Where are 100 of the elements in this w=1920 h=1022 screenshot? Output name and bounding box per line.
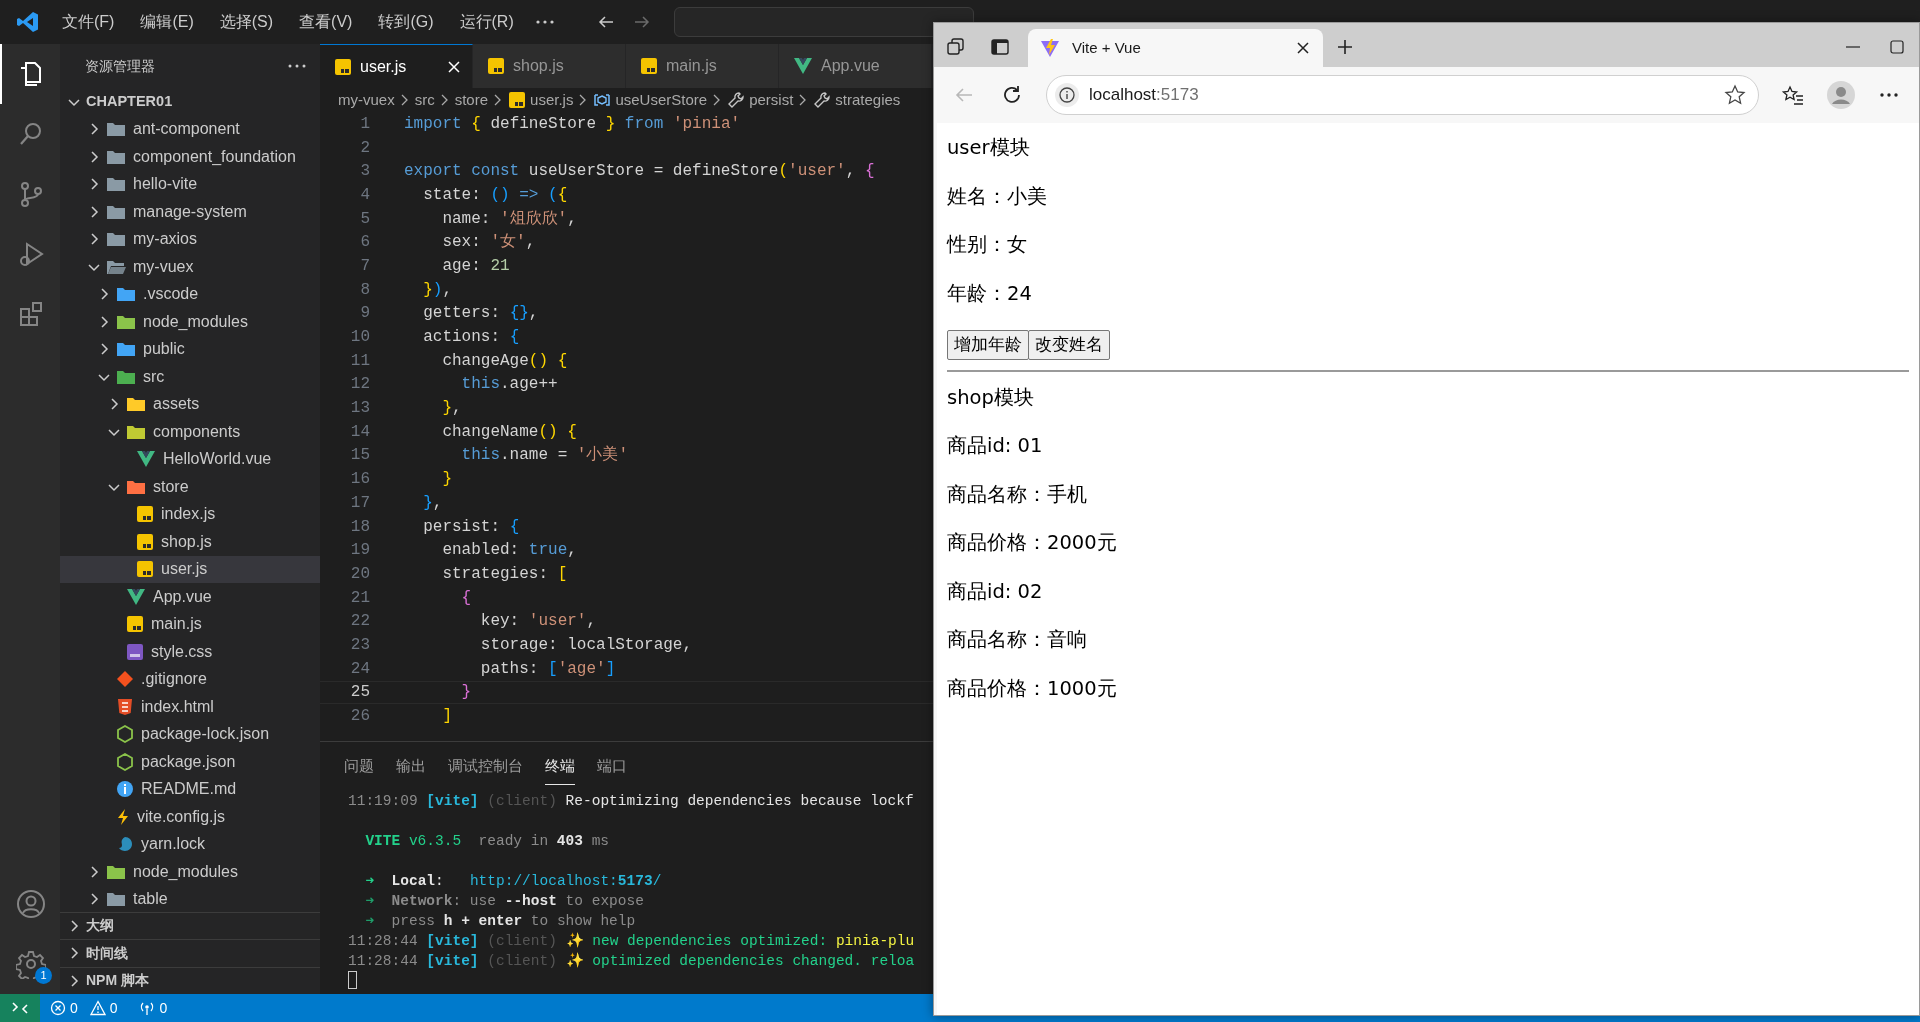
close-icon[interactable]: [1295, 40, 1311, 56]
action-button[interactable]: 改变姓名: [1028, 330, 1110, 360]
tree-item[interactable]: package-lock.json: [60, 720, 320, 748]
warnings-status[interactable]: 0: [83, 997, 124, 1019]
tree-item[interactable]: my-vuex: [60, 253, 320, 281]
warning-icon: [89, 1000, 106, 1016]
tree-item[interactable]: App.vue: [60, 583, 320, 611]
menu-item[interactable]: 文件(F): [58, 8, 119, 36]
tree-item[interactable]: shop.js: [60, 528, 320, 556]
panel-tab[interactable]: 终端: [545, 754, 575, 785]
maximize-icon: [1889, 39, 1905, 55]
breadcrumb-item[interactable]: src: [414, 88, 435, 112]
tree-item[interactable]: user.js: [60, 555, 320, 583]
chevron-right-icon: [399, 93, 410, 107]
breadcrumb-item[interactable]: strategies: [813, 88, 901, 112]
tree-item[interactable]: components: [60, 418, 320, 446]
line-number: 9: [359, 303, 370, 325]
tree-item[interactable]: public: [60, 335, 320, 363]
tree-item[interactable]: package.json: [60, 748, 320, 776]
code-line: name: '俎欣欣',: [441, 208, 577, 230]
breadcrumb-item[interactable]: useUserStore: [593, 88, 708, 112]
stacked-squares-icon: [946, 37, 966, 57]
panel-tab[interactable]: 输出: [396, 754, 426, 785]
info-text: 性别：女: [947, 233, 1028, 257]
code-line: changeName() {: [441, 421, 577, 443]
ports-status[interactable]: 0: [131, 997, 174, 1019]
product-name: 商品名称：音响: [947, 628, 1088, 652]
line-number: 7: [359, 255, 370, 277]
address-bar[interactable]: localhost:5173: [1046, 75, 1759, 115]
section-header[interactable]: 时间线: [60, 939, 320, 967]
editor-tab[interactable]: main.js: [626, 44, 779, 88]
menu-item[interactable]: 选择(S): [215, 8, 278, 36]
panel-tab[interactable]: 端口: [597, 754, 627, 785]
breadcrumb-item[interactable]: store: [454, 88, 489, 112]
tree-item[interactable]: .vscode: [60, 280, 320, 308]
menu-item[interactable]: 转到(G): [374, 8, 438, 36]
info-icon: [116, 780, 134, 799]
breadcrumb-item[interactable]: persist: [727, 88, 794, 112]
cube-icon: [593, 92, 612, 108]
tree-item[interactable]: my-axios: [60, 225, 320, 253]
tree-item[interactable]: style.css: [60, 638, 320, 666]
tree-root[interactable]: CHAPTER01: [60, 88, 320, 116]
line-number: 21: [349, 587, 370, 609]
section-header[interactable]: 大纲: [60, 911, 320, 939]
tree-item[interactable]: assets: [60, 390, 320, 418]
line-number: 20: [349, 563, 370, 585]
tree-item[interactable]: node_modules: [60, 858, 320, 886]
more-icon[interactable]: [288, 64, 306, 68]
product-id: 商品id: 02: [947, 579, 1044, 604]
info-icon[interactable]: [1055, 83, 1079, 107]
tree-item[interactable]: .gitignore: [60, 665, 320, 693]
menu-item[interactable]: 查看(V): [295, 8, 357, 36]
tree-item[interactable]: ant-component: [60, 115, 320, 143]
errors-status[interactable]: 0: [44, 997, 84, 1019]
tree-item[interactable]: table: [60, 885, 320, 912]
tree-item[interactable]: component_foundation: [60, 143, 320, 171]
tree-item[interactable]: main.js: [60, 610, 320, 638]
file-icon: [640, 57, 658, 75]
code-line: {: [460, 587, 472, 609]
search-field[interactable]: [673, 7, 974, 37]
star-icon[interactable]: [1724, 84, 1746, 106]
line-number: 18: [349, 516, 370, 538]
tree-item[interactable]: store: [60, 473, 320, 501]
menu-item[interactable]: 运行(R): [455, 8, 518, 36]
tree-item[interactable]: src: [60, 363, 320, 391]
browser-tab[interactable]: Vite + Vue: [1028, 29, 1323, 67]
line-number: 13: [349, 398, 370, 420]
code-line: import { defineStore } from 'pinia': [404, 113, 741, 135]
tree-item[interactable]: index.html: [60, 693, 320, 721]
play-bug-icon: [17, 240, 45, 268]
breadcrumb-item[interactable]: user.js: [508, 88, 574, 112]
menu-item[interactable]: 编辑(E): [136, 8, 198, 36]
more-icon[interactable]: [535, 20, 554, 24]
editor-tab[interactable]: App.vue: [779, 44, 932, 88]
panel-tab[interactable]: 问题: [344, 754, 374, 785]
code-line: storage: localStorage,: [479, 634, 693, 656]
module-heading: shop模块: [947, 385, 1035, 410]
terminal-line: ➜ Network: use --host to expose: [364, 891, 645, 911]
close-icon[interactable]: [446, 58, 462, 75]
tree-item[interactable]: README.md: [60, 775, 320, 803]
code-line: ]: [441, 706, 452, 728]
panel-tab[interactable]: 调试控制台: [448, 754, 523, 785]
tree-item[interactable]: manage-system: [60, 198, 320, 226]
error-icon: [50, 1000, 66, 1016]
editor-tab[interactable]: user.js: [320, 44, 473, 88]
action-button[interactable]: 增加年龄: [947, 330, 1029, 360]
file-icon: [136, 560, 154, 579]
remote-button[interactable]: [0, 994, 40, 1022]
product-price: 商品价格：2000元: [947, 531, 1118, 555]
tree-item[interactable]: vite.config.js: [60, 803, 320, 831]
tree-item[interactable]: hello-vite: [60, 170, 320, 198]
breadcrumb-item[interactable]: my-vuex: [338, 88, 395, 112]
tree-item[interactable]: yarn.lock: [60, 830, 320, 858]
tree-item[interactable]: index.js: [60, 500, 320, 528]
tree-item[interactable]: HelloWorld.vue: [60, 445, 320, 473]
tree-item[interactable]: node_modules: [60, 308, 320, 336]
editor-tab[interactable]: shop.js: [473, 44, 626, 88]
file-icon: [334, 57, 352, 76]
file-icon: [508, 91, 527, 109]
settings-button[interactable]: 1: [0, 934, 60, 994]
